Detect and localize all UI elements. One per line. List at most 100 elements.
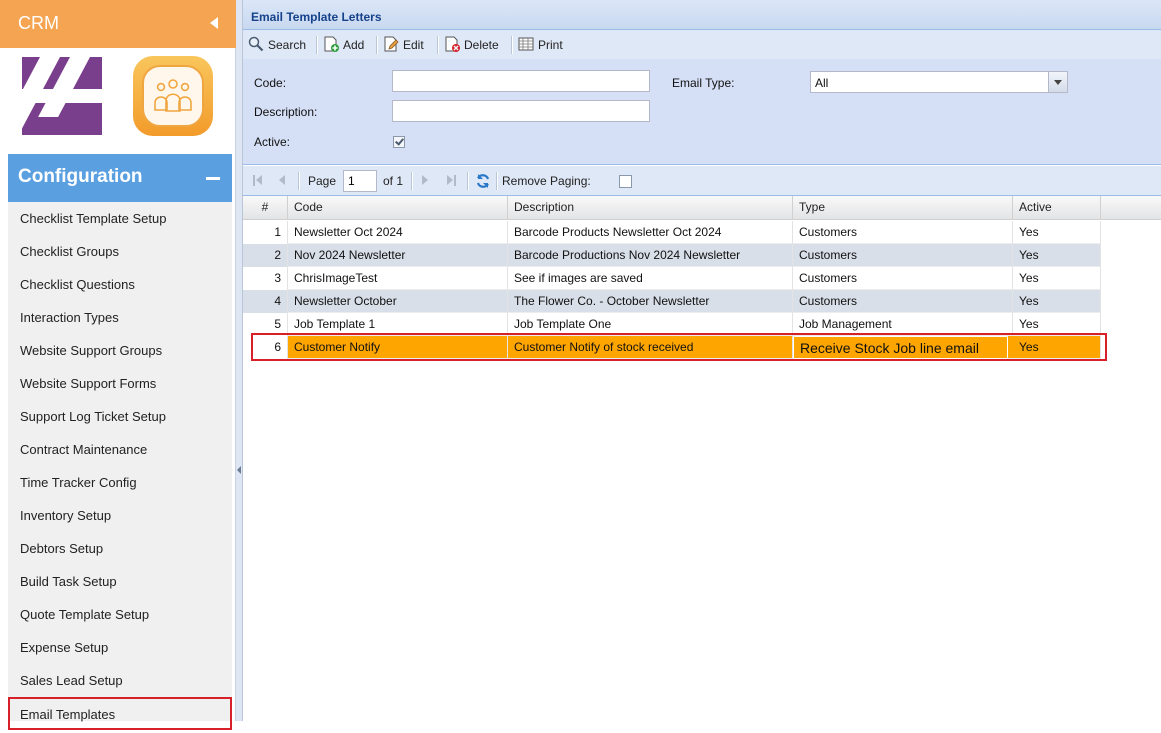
column-header-active[interactable]: Active	[1013, 196, 1101, 219]
add-document-icon	[323, 36, 339, 52]
search-icon	[248, 36, 264, 52]
configuration-header[interactable]: Configuration	[8, 154, 232, 202]
table-row-selected[interactable]: 6 Customer Notify Customer Notify of sto…	[243, 336, 1101, 359]
add-button[interactable]: Add	[323, 35, 364, 55]
collapse-sidebar-icon[interactable]	[210, 17, 218, 29]
edit-label: Edit	[403, 38, 424, 52]
cell-description: Barcode Products Newsletter Oct 2024	[508, 221, 793, 244]
add-label: Add	[343, 38, 365, 52]
section-title: Configuration	[18, 166, 143, 187]
next-page-icon[interactable]	[420, 175, 430, 186]
cell-description: See if images are saved	[508, 267, 793, 290]
page-label: Page	[308, 174, 337, 188]
sidebar-item-checklist-questions[interactable]: Checklist Questions	[8, 268, 232, 301]
row-number: 4	[243, 290, 288, 313]
app-title: CRM	[18, 13, 59, 33]
sidebar: CRM Configuration Checklist Template Set…	[0, 0, 236, 730]
cell-type: Customers	[793, 244, 1013, 267]
sidebar-item-quote-template-setup[interactable]: Quote Template Setup	[8, 598, 232, 631]
cell-active: Yes	[1013, 244, 1101, 267]
cell-type: Job Management	[793, 313, 1013, 336]
cell-code: Newsletter October	[288, 290, 508, 313]
last-page-icon[interactable]	[446, 175, 456, 186]
sidebar-item-build-task-setup[interactable]: Build Task Setup	[8, 565, 232, 598]
sidebar-item-time-tracker-config[interactable]: Time Tracker Config	[8, 466, 232, 499]
grid-header: # Code Description Type Active	[243, 196, 1161, 220]
sidebar-item-support-log-ticket-setup[interactable]: Support Log Ticket Setup	[8, 400, 232, 433]
column-header-code[interactable]: Code	[288, 196, 508, 219]
row-number: 1	[243, 221, 288, 244]
prev-page-icon[interactable]	[277, 175, 287, 186]
main-panel: Email Template Letters Search Add Edit D…	[243, 0, 1161, 721]
sidebar-item-debtors-setup[interactable]: Debtors Setup	[8, 532, 232, 565]
active-label: Active:	[254, 135, 291, 149]
cell-active: Yes	[1013, 313, 1101, 336]
cell-code: Customer Notify	[288, 336, 508, 359]
cell-code: Newsletter Oct 2024	[288, 221, 508, 244]
cell-description: The Flower Co. - October Newsletter	[508, 290, 793, 313]
column-header-number[interactable]: #	[243, 196, 288, 219]
paging-toolbar: Page of 1 Remove Paging:	[243, 166, 1161, 196]
table-row[interactable]: 5 Job Template 1 Job Template One Job Ma…	[243, 313, 1101, 336]
print-button[interactable]: Print	[518, 35, 563, 55]
cell-description: Customer Notify of stock received	[508, 336, 793, 359]
sidebar-item-interaction-types[interactable]: Interaction Types	[8, 301, 232, 334]
column-header-type[interactable]: Type	[793, 196, 1013, 219]
row-number: 6	[243, 336, 288, 359]
chevron-left-icon[interactable]	[237, 466, 241, 474]
row-number: 3	[243, 267, 288, 290]
crm-header: CRM	[0, 0, 236, 48]
filter-form: Code: Description: Active: Email Type: A…	[243, 59, 1161, 165]
email-type-label: Email Type:	[672, 76, 735, 90]
chevron-down-icon[interactable]	[1048, 72, 1067, 92]
minus-icon[interactable]	[206, 177, 220, 180]
row-number: 5	[243, 313, 288, 336]
sidebar-item-checklist-template-setup[interactable]: Checklist Template Setup	[8, 202, 232, 235]
description-label: Description:	[254, 105, 318, 119]
email-type-select[interactable]: All	[810, 71, 1068, 93]
delete-button[interactable]: Delete	[444, 35, 499, 55]
first-page-icon[interactable]	[253, 175, 263, 186]
sidebar-item-website-support-groups[interactable]: Website Support Groups	[8, 334, 232, 367]
search-button[interactable]: Search	[248, 35, 306, 55]
sidebar-item-checklist-groups[interactable]: Checklist Groups	[8, 235, 232, 268]
cell-code: Job Template 1	[288, 313, 508, 336]
cell-active: Yes	[1013, 290, 1101, 313]
company-logo	[0, 57, 102, 135]
table-row[interactable]: 2 Nov 2024 Newsletter Barcode Production…	[243, 244, 1101, 267]
edit-document-icon	[383, 36, 399, 52]
sidebar-item-contract-maintenance[interactable]: Contract Maintenance	[8, 433, 232, 466]
cell-active: Yes	[1013, 221, 1101, 244]
remove-paging-checkbox[interactable]	[619, 175, 632, 188]
table-row[interactable]: 4 Newsletter October The Flower Co. - Oc…	[243, 290, 1101, 313]
configuration-section: Configuration Checklist Template Setup C…	[8, 154, 232, 730]
edit-button[interactable]: Edit	[383, 35, 424, 55]
print-label: Print	[538, 38, 563, 52]
row-number: 2	[243, 244, 288, 267]
description-input[interactable]	[392, 100, 650, 122]
cell-description: Job Template One	[508, 313, 793, 336]
refresh-icon[interactable]	[475, 173, 491, 189]
config-menu: Checklist Template Setup Checklist Group…	[8, 202, 232, 730]
panel-header: Email Template Letters	[243, 0, 1161, 30]
search-label: Search	[268, 38, 307, 52]
table-row[interactable]: 1 Newsletter Oct 2024 Barcode Products N…	[243, 221, 1101, 244]
sidebar-item-email-templates[interactable]: Email Templates	[8, 697, 232, 730]
table-row[interactable]: 3 ChrisImageTest See if images are saved…	[243, 267, 1101, 290]
cell-type-editor[interactable]: Receive Stock Job line email	[793, 336, 1008, 359]
email-type-value: All	[815, 76, 829, 90]
column-header-description[interactable]: Description	[508, 196, 793, 219]
sidebar-splitter[interactable]	[236, 0, 243, 721]
crm-module-icon[interactable]	[133, 56, 213, 136]
sidebar-item-sales-lead-setup[interactable]: Sales Lead Setup	[8, 664, 232, 697]
sidebar-item-inventory-setup[interactable]: Inventory Setup	[8, 499, 232, 532]
sidebar-item-expense-setup[interactable]: Expense Setup	[8, 631, 232, 664]
page-number-input[interactable]	[343, 170, 377, 192]
sidebar-item-website-support-forms[interactable]: Website Support Forms	[8, 367, 232, 400]
active-checkbox[interactable]	[393, 136, 405, 148]
toolbar: Search Add Edit Delete Print	[243, 30, 1161, 59]
cell-type: Customers	[793, 290, 1013, 313]
code-input[interactable]	[392, 70, 650, 92]
cell-type: Customers	[793, 267, 1013, 290]
email-templates-grid: # Code Description Type Active 1 Newslet…	[243, 196, 1161, 721]
